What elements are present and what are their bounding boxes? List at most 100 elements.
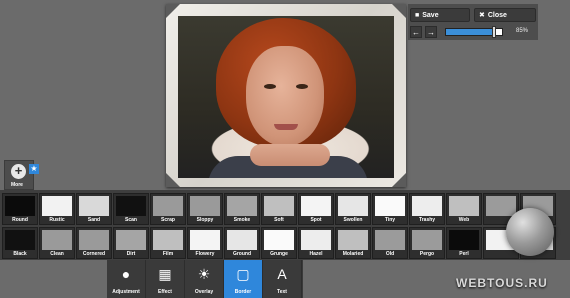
border-thumbnail[interactable]: Flowery [187,227,223,259]
border-thumbnail[interactable]: Ground [224,227,260,259]
tool-effect[interactable]: ▦ Effect [146,260,185,298]
undo-button[interactable]: ← [410,26,422,38]
thumbnail-label: Trashy [418,217,436,223]
close-icon: ✖ [479,12,485,19]
border-thumbnail[interactable]: Hazel [298,227,334,259]
arrow-right-icon: → [427,28,435,37]
border-thumbnail[interactable]: Soft [261,193,297,225]
zoom-slider-handle[interactable] [491,26,496,38]
frame-corner-bottom-right [392,173,406,187]
tool-border[interactable]: ▢ Border [224,260,263,298]
border-thumbnail[interactable]: Film [150,227,186,259]
thumbnail-preview [338,230,368,250]
thumbnail-label: Perl [459,251,469,257]
border-thumbnail[interactable]: Black [2,227,38,259]
more-button[interactable]: + ★ More [4,160,39,190]
border-thumbnail[interactable]: Spot [298,193,334,225]
thumbnail-label: Sloppy [196,217,214,223]
thumbnail-label: Smoke [233,217,251,223]
thumbnail-label: Swollen [343,217,363,223]
border-thumbnails: Round Rustic Sand Scan Scrap Sloppy Smoke Soft S… [0,190,570,260]
thumbnail-label: Ground [232,251,252,257]
thumbnail-label: Old [385,251,395,257]
photo-mouth [274,124,298,130]
border-thumbnail[interactable]: Rustic [39,193,75,225]
thumbnail-preview [486,196,516,216]
thumbnail-preview [116,196,146,216]
tool-label: Overlay [194,289,214,295]
save-label: Save [422,11,439,19]
border-thumbnail[interactable]: Perl [446,227,482,259]
border-thumbnail[interactable]: Smoke [224,193,260,225]
thumbnail-row-1: Round Rustic Sand Scan Scrap Sloppy Smoke Soft S… [2,193,556,225]
thumbnail-preview [79,196,109,216]
plus-icon: + [11,164,26,179]
thumbnail-label: Black [13,251,27,257]
thumbnail-preview [153,230,183,250]
save-icon: ■ [415,11,420,19]
border-thumbnail[interactable]: Round [2,193,38,225]
thumbnail-label: Cornered [82,251,106,257]
border-thumbnail[interactable]: Web [446,193,482,225]
tool-text[interactable]: A Text [263,260,302,298]
zoom-slider-fill [446,29,494,35]
border-thumbnail[interactable]: Swollen [335,193,371,225]
border-thumbnail[interactable]: Scan [113,193,149,225]
globe-watermark-icon [506,208,554,256]
thumbnail-preview [301,196,331,216]
thumbnail-label: Film [162,251,174,257]
photo-frame [166,4,406,187]
thumbnail-preview [375,196,405,216]
border-thumbnail[interactable]: Sand [76,193,112,225]
thumbnail-label: Rustic [49,217,65,223]
circles-icon: ● [121,266,131,282]
photo-eye-right [296,84,308,89]
thumbnail-label: Flowery [195,251,215,257]
thumbnail-preview [42,230,72,250]
border-thumbnail[interactable]: Tiny [372,193,408,225]
thumbnail-label: Web [458,217,470,223]
thumbnail-label: Scrap [161,217,175,223]
border-thumbnail[interactable]: Sloppy [187,193,223,225]
save-button[interactable]: ■ Save [410,8,470,22]
border-thumbnail[interactable]: Pergo [409,227,445,259]
tool-overlay[interactable]: ☀ Overlay [185,260,224,298]
photo-hands [250,144,330,166]
redo-button[interactable]: → [425,26,437,38]
border-thumbnail[interactable]: Cornered [76,227,112,259]
thumbnail-row-2: Black Clean Cornered Dirt Film Flowery Ground G… [2,227,556,259]
thumbnail-preview [227,196,257,216]
frame-corner-top-left [166,4,180,18]
watermark-text: WEBTOUS.RU [456,276,548,290]
thumbnail-label: Pergo [419,251,435,257]
more-label: More [11,182,23,188]
lightbulb-icon: ☀ [197,266,211,282]
thumbnail-label: Clean [50,251,64,257]
star-icon: ★ [29,164,39,174]
arrow-left-icon: ← [412,28,420,37]
close-label: Close [487,11,507,19]
thumbnail-preview [227,230,257,250]
border-thumbnail[interactable]: Molaried [335,227,371,259]
thumbnail-preview [338,196,368,216]
thumbnail-label: Spot [310,217,322,223]
thumbnail-preview [116,230,146,250]
tool-adjustment[interactable]: ● Adjustment [107,260,146,298]
frame-icon: ▢ [236,266,250,282]
border-thumbnail[interactable]: Clean [39,227,75,259]
photo-eye-left [264,84,276,89]
zoom-slider[interactable] [445,26,503,38]
border-thumbnail[interactable]: Dirt [113,227,149,259]
border-thumbnail[interactable]: Old [372,227,408,259]
frame-corner-bottom-left [166,173,180,187]
border-thumbnail[interactable]: Grunge [261,227,297,259]
thumbnail-preview [42,196,72,216]
frame-corner-top-right [392,4,406,18]
zoom-value: 85% [516,28,529,34]
close-button[interactable]: ✖ Close [474,8,536,22]
border-thumbnail[interactable]: Scrap [150,193,186,225]
border-thumbnail[interactable]: Trashy [409,193,445,225]
thumbnail-label: Dirt [126,251,136,257]
thumbnail-preview [412,230,442,250]
thumbnail-preview [449,196,479,216]
